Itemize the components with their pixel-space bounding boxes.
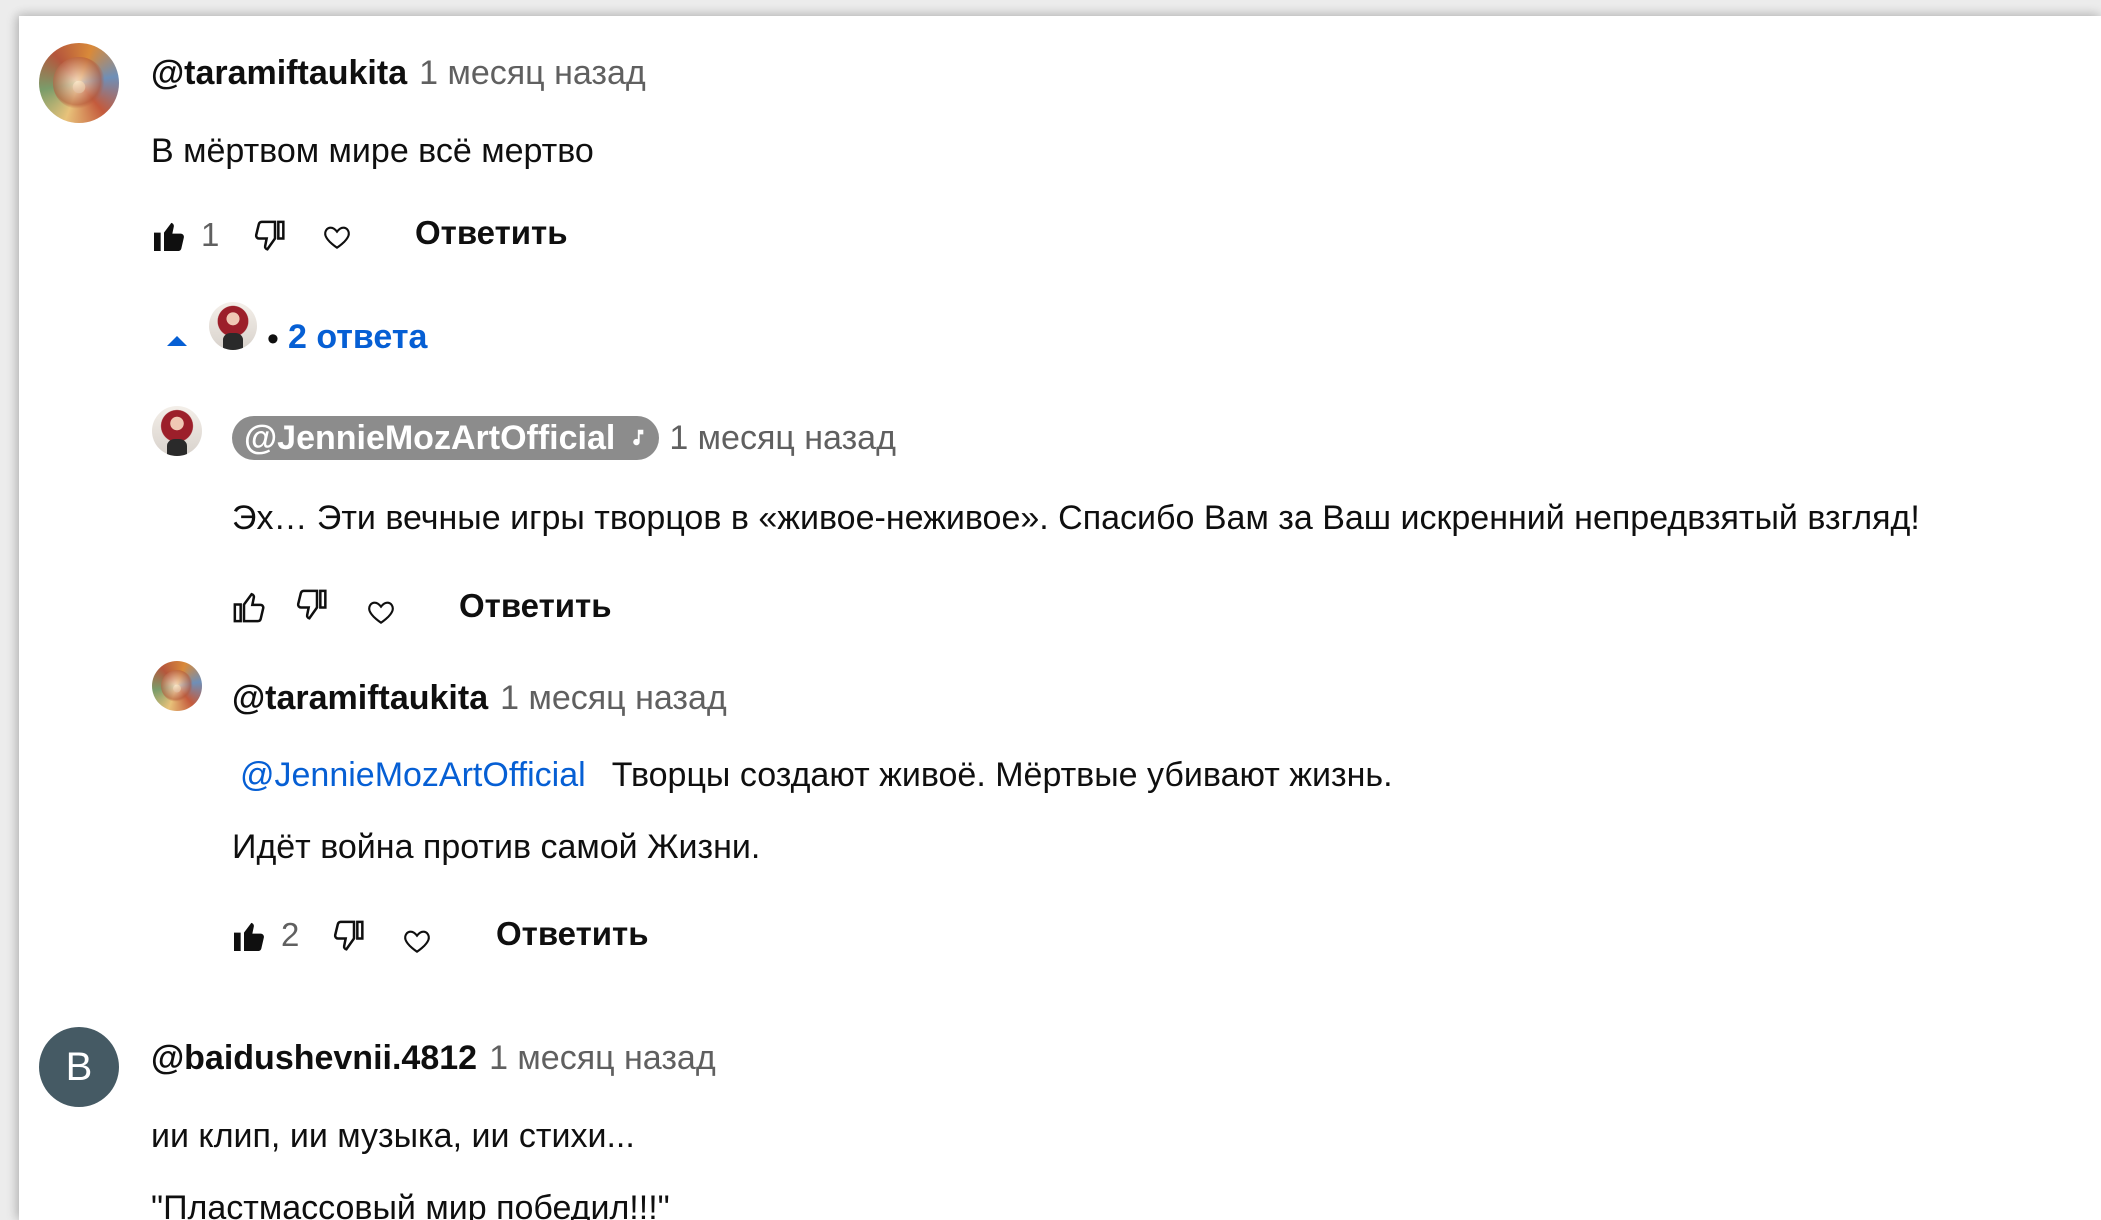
comment-timestamp[interactable]: 1 месяц назад — [669, 419, 896, 458]
reply-avatar-preview — [209, 302, 257, 350]
comment-author: @JennieMozArtOfficial — [244, 418, 616, 457]
comment-text-line: Идёт война против самой Жизни. — [232, 828, 761, 866]
comment-text: Творцы создают живоё. Мёртвые убивают жи… — [611, 756, 1393, 794]
comments-panel: @taramiftaukita 1 месяц назад В мёртвом … — [19, 16, 2101, 1220]
comment-text-line: "Пластмассовый мир победил!!!" — [151, 1189, 670, 1220]
like-count: 1 — [201, 216, 220, 253]
separator-dot: • — [267, 320, 279, 358]
like-icon[interactable] — [149, 216, 189, 256]
replies-toggle-button[interactable]: 2 ответа — [288, 318, 427, 357]
comment-author[interactable]: @taramiftaukita — [151, 54, 407, 93]
comment-timestamp[interactable]: 1 месяц назад — [419, 54, 646, 93]
channel-owner-badge[interactable]: @JennieMozArtOfficial — [232, 416, 660, 460]
comment-timestamp[interactable]: 1 месяц назад — [500, 679, 727, 718]
chevron-up-icon[interactable] — [165, 332, 189, 348]
comment-timestamp[interactable]: 1 месяц назад — [489, 1039, 716, 1078]
dislike-icon[interactable] — [329, 916, 369, 956]
dislike-icon[interactable] — [292, 585, 332, 625]
avatar[interactable] — [152, 406, 202, 456]
avatar-letter: B — [65, 1044, 93, 1089]
comment-text: ии клип, ии музыка, ии стихи... — [151, 1117, 635, 1155]
comment-text: В мёртвом мире всё мертво — [151, 132, 594, 170]
like-count: 2 — [281, 916, 300, 953]
heart-icon[interactable] — [321, 221, 353, 253]
like-icon[interactable] — [229, 916, 269, 956]
reply-button[interactable]: Ответить — [459, 587, 612, 625]
music-note-icon — [625, 427, 647, 449]
avatar[interactable] — [152, 661, 202, 711]
dislike-icon[interactable] — [250, 216, 290, 256]
comment-text: Эх… Эти вечные игры творцов в «живое-неж… — [232, 499, 1920, 537]
heart-icon[interactable] — [401, 925, 433, 957]
avatar[interactable] — [39, 43, 119, 123]
reply-button[interactable]: Ответить — [496, 915, 649, 953]
mention-link[interactable]: @JennieMozArtOfficial — [240, 756, 586, 795]
comment-author[interactable]: @taramiftaukita — [232, 679, 488, 718]
reply-button[interactable]: Ответить — [415, 214, 568, 252]
heart-icon[interactable] — [365, 596, 397, 628]
avatar[interactable]: B — [39, 1027, 119, 1107]
like-icon[interactable] — [229, 587, 269, 627]
comment-author[interactable]: @baidushevnii.4812 — [151, 1039, 477, 1078]
